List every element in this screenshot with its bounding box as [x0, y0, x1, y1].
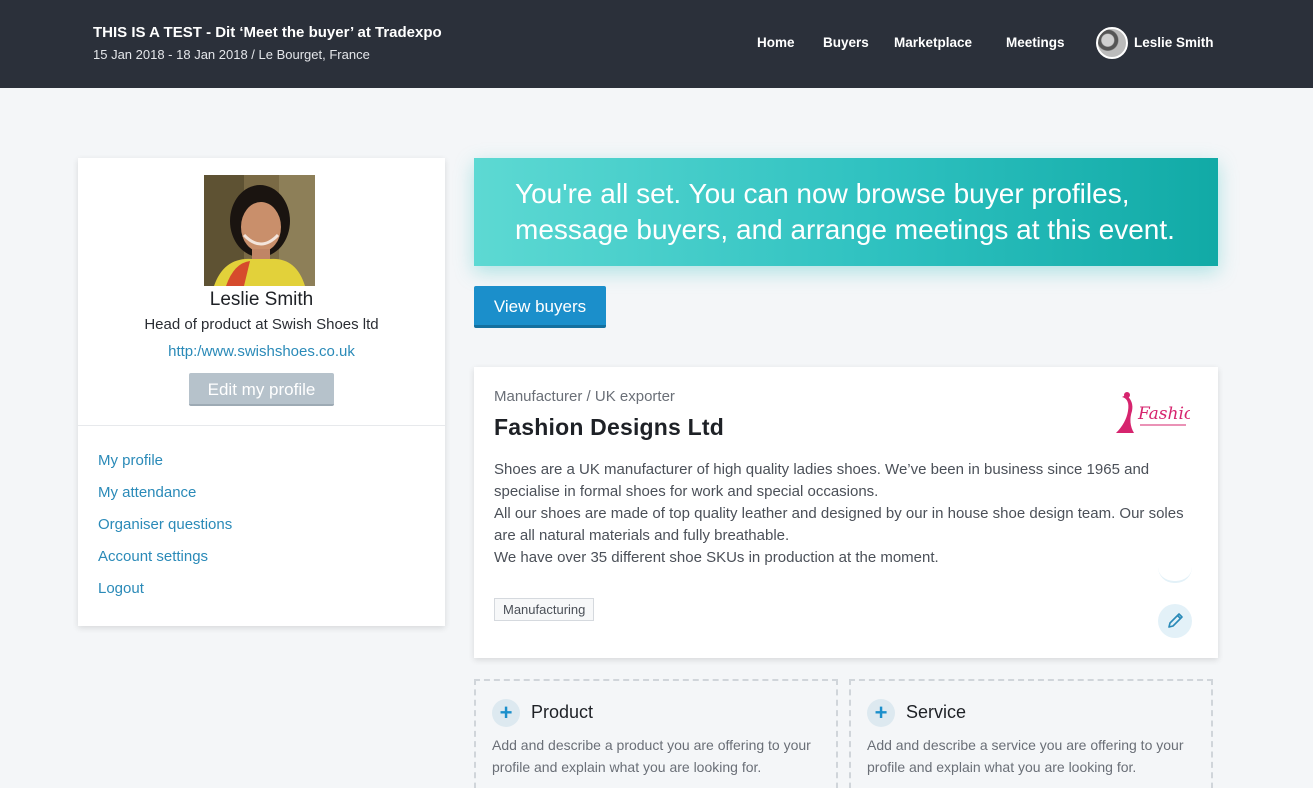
company-logo-text: Fashion: [1137, 404, 1190, 424]
sidebar-item-organiser-questions[interactable]: Organiser questions: [98, 516, 232, 533]
nav-marketplace[interactable]: Marketplace: [894, 35, 972, 50]
company-description-paragraph: Shoes are a UK manufacturer of high qual…: [494, 461, 1150, 500]
divider: [78, 425, 445, 426]
add-product-card[interactable]: + Product Add and describe a product you…: [474, 679, 838, 788]
add-product-title: Product: [531, 702, 594, 722]
company-description-paragraph: We have over 35 different shoe SKUs in p…: [494, 549, 939, 566]
sidebar-item-my-attendance[interactable]: My attendance: [98, 484, 196, 501]
user-avatar[interactable]: [1096, 27, 1128, 59]
profile-role: Head of product at Swish Shoes ltd: [144, 316, 379, 333]
sector-tag: Manufacturing: [494, 598, 595, 621]
nav-buyers[interactable]: Buyers: [823, 35, 869, 50]
add-service-card[interactable]: + Service Add and describe a service you…: [849, 679, 1213, 788]
view-buyers-button[interactable]: View buyers: [474, 286, 606, 328]
company-description-paragraph: All our shoes are made of top quality le…: [494, 505, 1184, 544]
profile-photo: [204, 175, 315, 286]
pencil-icon: [1168, 613, 1183, 628]
profile-card: Leslie Smith Head of product at Swish Sh…: [78, 158, 445, 626]
sidebar-item-account-settings[interactable]: Account settings: [98, 548, 208, 565]
company-type: Manufacturer / UK exporter: [494, 388, 675, 405]
nav-meetings[interactable]: Meetings: [1006, 35, 1065, 50]
edit-profile-button[interactable]: Edit my profile: [189, 373, 334, 406]
add-service-description: Add and describe a service you are offer…: [867, 737, 1184, 775]
plus-icon[interactable]: +: [492, 699, 520, 727]
company-name: Fashion Designs Ltd: [494, 414, 724, 440]
add-service-title: Service: [906, 702, 967, 722]
expand-indicator: [1158, 567, 1192, 583]
sidebar-item-logout[interactable]: Logout: [98, 580, 144, 597]
user-menu-name[interactable]: Leslie Smith: [1134, 35, 1214, 50]
event-dates-location: 15 Jan 2018 - 18 Jan 2018 / Le Bourget, …: [93, 47, 370, 62]
nav-home[interactable]: Home: [757, 35, 795, 50]
company-logo: Fashion: [1108, 389, 1205, 439]
profile-name: Leslie Smith: [209, 289, 314, 310]
top-bar: THIS IS A TEST - Dit ‘Meet the buyer’ at…: [0, 0, 1313, 88]
edit-company-button[interactable]: [1158, 604, 1192, 638]
add-product-description: Add and describe a product you are offer…: [492, 737, 811, 775]
profile-website-link[interactable]: http:/www.swishshoes.co.uk: [78, 343, 445, 360]
banner-message: You're all set. You can now browse buyer…: [515, 178, 1175, 245]
plus-icon[interactable]: +: [867, 699, 895, 727]
company-description: Shoes are a UK manufacturer of high qual…: [494, 459, 1184, 569]
success-banner: You're all set. You can now browse buyer…: [474, 158, 1218, 266]
company-card: Manufacturer / UK exporter Fashion Desig…: [474, 367, 1218, 658]
sidebar-item-my-profile[interactable]: My profile: [98, 452, 163, 469]
event-title: THIS IS A TEST - Dit ‘Meet the buyer’ at…: [93, 24, 442, 41]
